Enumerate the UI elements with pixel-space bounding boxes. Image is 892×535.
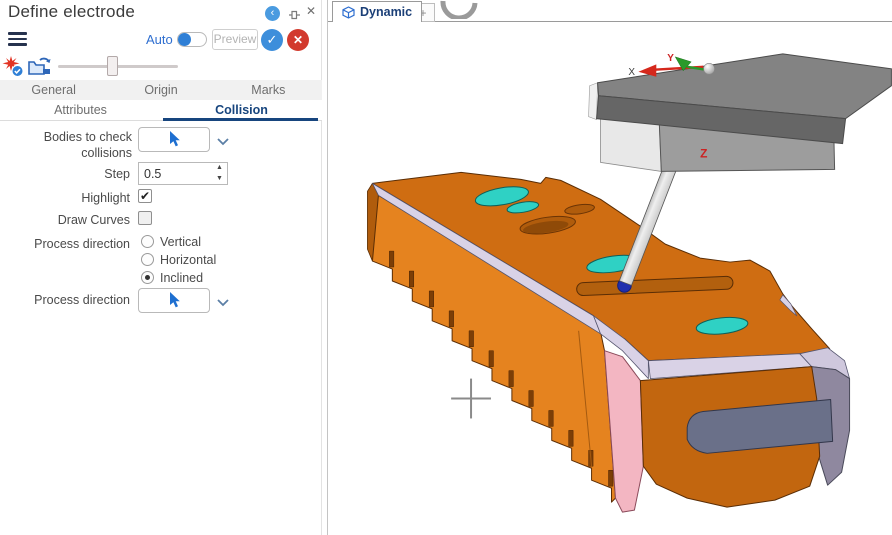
tab-origin[interactable]: Origin [107,80,214,100]
tab-collision[interactable]: Collision [161,100,322,120]
process-direction-label: Process direction [0,236,130,252]
crosshair-cursor [451,379,491,419]
axis-z-label: Z [700,146,707,160]
draw-curves-checkbox[interactable] [138,211,152,225]
chevron-down-icon[interactable] [217,294,229,312]
radio-inclined-label: Inclined [160,271,203,285]
cube-icon [342,6,355,19]
auto-label: Auto [146,32,173,47]
tab-row-secondary: Attributes Collision [0,100,322,121]
tab-general[interactable]: General [0,80,107,100]
menu-icon[interactable] [8,32,27,49]
process-direction2-label: Process direction [0,292,130,308]
3d-viewport[interactable]: Z X Y [328,22,892,533]
panel-title: Define electrode [8,2,135,22]
chevron-down-icon[interactable] [217,133,229,151]
preview-button[interactable]: Preview [212,29,258,50]
tab-marks[interactable]: Marks [215,80,322,100]
viewport-tab-bar: Dynamic + [328,0,892,22]
toggle-knob [178,33,191,46]
highlight-label: Highlight [0,190,130,206]
step-spinner: ▲ ▼ [212,163,227,184]
radio-vertical-label: Vertical [160,235,201,249]
origin-sphere [704,63,715,74]
close-panel-icon[interactable]: ✕ [306,4,316,18]
ok-button[interactable]: ✓ [261,29,283,51]
spinner-up-icon[interactable]: ▲ [212,163,227,174]
draw-curves-label: Draw Curves [0,212,130,228]
radio-inclined[interactable] [141,271,154,284]
pin-icon[interactable] [288,8,301,26]
radio-horizontal[interactable] [141,253,154,266]
step-label: Step [0,166,130,182]
axis-y-label: Y [667,53,674,64]
tab-row-primary: General Origin Marks [0,80,322,100]
define-electrode-panel: Define electrode ‹ ✕ Auto Preview ✓ ✕ [0,0,322,535]
cancel-button[interactable]: ✕ [287,29,309,51]
transparency-slider-track[interactable] [58,65,178,68]
viewport-tab-dynamic[interactable]: Dynamic [332,1,422,22]
collapse-panel-icon[interactable]: ‹ [265,6,280,21]
application-window: Define electrode ‹ ✕ Auto Preview ✓ ✕ [0,0,892,535]
electrode-model [367,172,849,512]
auto-toggle[interactable] [177,32,207,47]
cursor-arrow-icon [168,131,181,148]
tab-attributes[interactable]: Attributes [0,100,161,120]
transparency-slider-handle[interactable] [107,56,118,76]
process-direction-picker-button[interactable] [138,288,210,313]
axis-x-label: X [628,67,635,78]
radio-horizontal-label: Horizontal [160,253,216,267]
step-field: ▲ ▼ [138,162,228,185]
step-input[interactable] [139,163,212,184]
bodies-to-check-label: Bodies to check collisions [0,129,132,161]
highlight-checkbox[interactable]: ✔ [138,189,152,203]
cursor-arrow-icon [168,292,181,309]
radio-vertical[interactable] [141,235,154,248]
open-folder-refresh-icon[interactable] [27,55,53,83]
bodies-picker-button[interactable] [138,127,210,152]
viewport-tab-label: Dynamic [360,5,412,19]
spark-check-icon[interactable] [2,55,25,83]
spinner-down-icon[interactable]: ▼ [212,174,227,185]
